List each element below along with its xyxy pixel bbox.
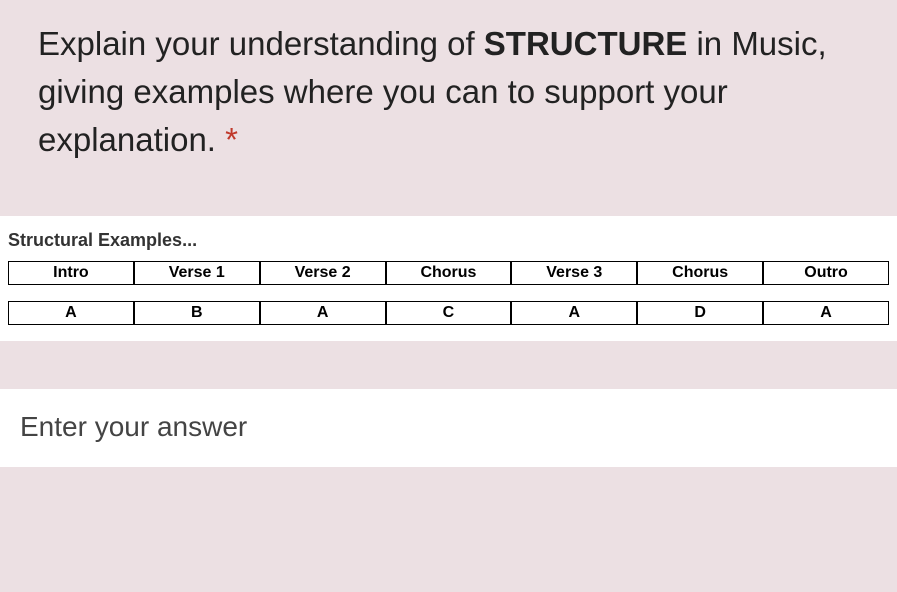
table-cell: Outro [763,261,889,285]
answer-box [0,389,897,467]
table-cell: Intro [8,261,134,285]
question-container: Explain your understanding of STRUCTURE … [0,0,897,164]
table-cell: Chorus [386,261,512,285]
table-cell: A [763,301,889,325]
question-bold: STRUCTURE [484,25,688,62]
table-row: A B A C A D A [8,301,889,325]
table-cell: A [8,301,134,325]
examples-table: Intro Verse 1 Verse 2 Chorus Verse 3 Cho… [8,261,889,325]
table-cell: Verse 2 [260,261,386,285]
examples-section: Structural Examples... Intro Verse 1 Ver… [0,216,897,341]
required-asterisk: * [225,121,238,158]
examples-title: Structural Examples... [8,230,889,251]
table-gap [8,285,889,301]
table-cell: A [511,301,637,325]
table-cell: D [637,301,763,325]
answer-input[interactable] [20,411,877,443]
table-row: Intro Verse 1 Verse 2 Chorus Verse 3 Cho… [8,261,889,285]
table-cell: Verse 1 [134,261,260,285]
question-text: Explain your understanding of STRUCTURE … [38,20,859,164]
table-cell: C [386,301,512,325]
question-part1: Explain your understanding of [38,25,484,62]
table-cell: Verse 3 [511,261,637,285]
table-cell: B [134,301,260,325]
table-cell: A [260,301,386,325]
table-cell: Chorus [637,261,763,285]
